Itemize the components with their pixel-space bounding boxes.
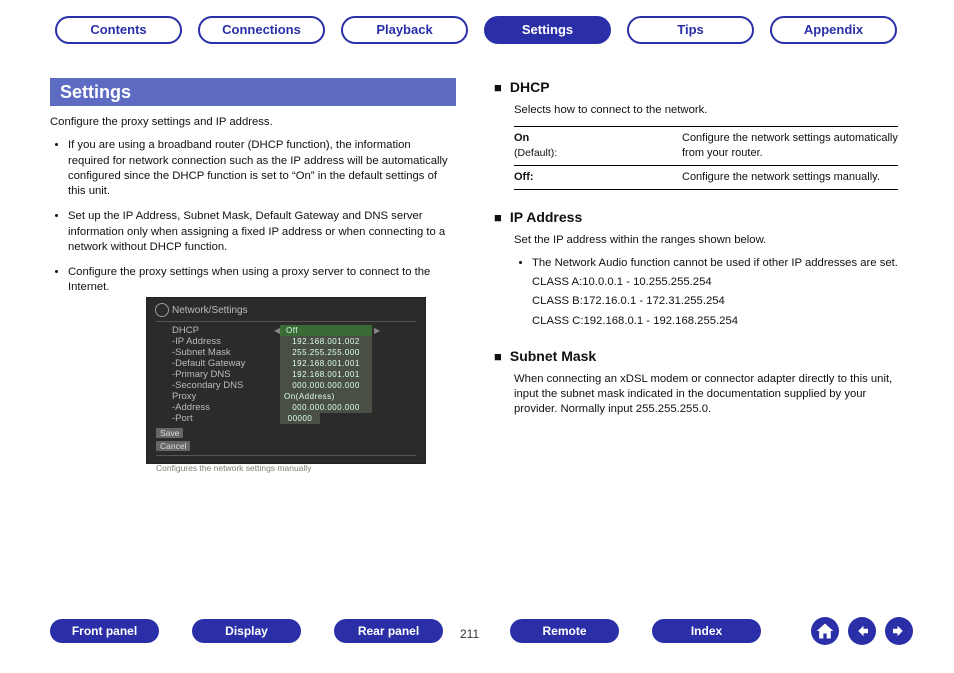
ip-note: The Network Audio function cannot be use… — [532, 256, 898, 271]
osd-title: Network/Settings — [146, 297, 426, 318]
globe-icon — [155, 303, 169, 317]
tab-connections[interactable]: Connections — [198, 16, 325, 44]
arrow-left-icon — [853, 622, 871, 640]
osd-row: -Secondary DNS000.000.000.000 — [146, 380, 426, 391]
rear-panel-button[interactable]: Rear panel — [334, 619, 443, 643]
home-icon — [815, 621, 835, 641]
front-panel-button[interactable]: Front panel — [50, 619, 159, 643]
dhcp-desc: Selects how to connect to the network. — [514, 103, 898, 118]
dhcp-block: DHCP Selects how to connect to the netwo… — [494, 78, 898, 190]
osd-row: ProxyOn(Address) — [146, 391, 426, 402]
class-a: CLASS A:10.0.0.1 - 10.255.255.254 — [532, 275, 898, 290]
osd-save: Save — [156, 428, 183, 438]
class-b: CLASS B:172.16.0.1 - 172.31.255.254 — [532, 294, 898, 309]
bullet-1: If you are using a broadband router (DHC… — [68, 138, 450, 199]
osd-row: -Primary DNS192.168.001.001 — [146, 369, 426, 380]
subnet-block: Subnet Mask When connecting an xDSL mode… — [494, 347, 898, 418]
osd-row: -Address000.000.000.000 — [146, 402, 426, 413]
osd-row: -Subnet Mask255.255.255.000 — [146, 347, 426, 358]
bullet-3: Configure the proxy settings when using … — [68, 265, 450, 296]
tab-contents[interactable]: Contents — [55, 16, 182, 44]
dhcp-heading: DHCP — [494, 78, 898, 97]
osd-row: -Default Gateway192.168.001.001 — [146, 358, 426, 369]
osd-cancel: Cancel — [156, 441, 190, 451]
intro-text: Configure the proxy settings and IP addr… — [50, 115, 450, 130]
subnet-desc: When connecting an xDSL modem or connect… — [514, 372, 898, 418]
home-button[interactable] — [811, 617, 839, 645]
nav-tabs: Contents Connections Playback Settings T… — [0, 16, 954, 44]
tab-settings[interactable]: Settings — [484, 16, 611, 44]
osd-footer: Configures the network settings manually — [146, 459, 426, 473]
display-button[interactable]: Display — [192, 619, 301, 643]
osd-mockup: Network/Settings DHCPOff◀▶ -IP Address19… — [146, 297, 426, 464]
ip-block: IP Address Set the IP address within the… — [494, 208, 898, 329]
tab-tips[interactable]: Tips — [627, 16, 754, 44]
tab-appendix[interactable]: Appendix — [770, 16, 897, 44]
left-column: Configure the proxy settings and IP addr… — [50, 115, 450, 306]
dhcp-options-table: On(Default): Configure the network setti… — [514, 126, 898, 190]
remote-button[interactable]: Remote — [510, 619, 619, 643]
ip-heading: IP Address — [494, 208, 898, 227]
osd-row-dhcp: DHCPOff◀▶ — [146, 325, 426, 336]
right-column: DHCP Selects how to connect to the netwo… — [494, 78, 898, 435]
prev-button[interactable] — [848, 617, 876, 645]
next-button[interactable] — [885, 617, 913, 645]
bullet-2: Set up the IP Address, Subnet Mask, Defa… — [68, 209, 450, 255]
arrow-right-icon — [890, 622, 908, 640]
section-title: Settings — [50, 78, 456, 106]
tab-playback[interactable]: Playback — [341, 16, 468, 44]
osd-row: -IP Address192.168.001.002 — [146, 336, 426, 347]
ip-desc: Set the IP address within the ranges sho… — [514, 233, 898, 248]
index-button[interactable]: Index — [652, 619, 761, 643]
subnet-heading: Subnet Mask — [494, 347, 898, 366]
page-number: 211 — [460, 627, 479, 641]
class-c: CLASS C:192.168.0.1 - 192.168.255.254 — [532, 314, 898, 329]
osd-row: -Port00000 — [146, 413, 426, 424]
